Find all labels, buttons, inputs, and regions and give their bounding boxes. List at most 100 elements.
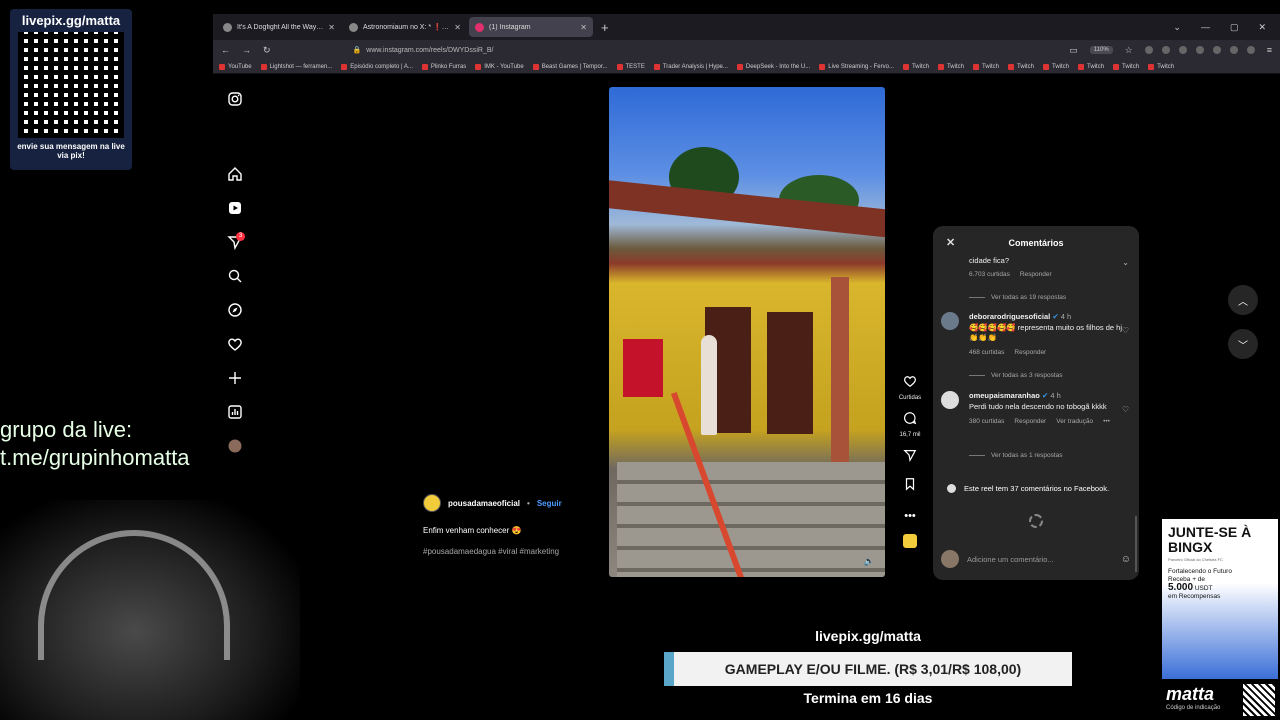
bookmark-item[interactable]: Episódio completo | A... (341, 63, 413, 70)
bookmark-item[interactable]: YouTube (219, 63, 252, 70)
heart-icon[interactable] (227, 336, 243, 352)
author-username[interactable]: pousadamaeoficial (448, 499, 520, 508)
group-line-2: t.me/grupinhomatta (0, 445, 190, 470)
bookmark-item[interactable]: TESTE (616, 63, 645, 70)
extension-icon[interactable] (1246, 46, 1255, 54)
chevron-down-icon[interactable]: ⌄ (1173, 22, 1181, 33)
audio-button[interactable] (893, 534, 927, 548)
back-icon[interactable]: ← (221, 45, 230, 55)
heart-icon[interactable]: ♡ (1122, 405, 1129, 414)
bookmark-item[interactable]: Twitch (937, 63, 964, 70)
view-replies-button[interactable]: Ver todas as 1 respostas (969, 452, 1063, 459)
chevron-down-icon[interactable]: ⌄ (1122, 258, 1129, 267)
more-options-button[interactable]: ••• (893, 506, 927, 524)
close-window-icon[interactable]: ✕ (1258, 22, 1266, 33)
reload-icon[interactable]: ↻ (263, 45, 271, 56)
star-icon[interactable]: ☆ (1125, 45, 1133, 56)
author-avatar[interactable] (423, 494, 441, 512)
comment-username[interactable]: deborarodriguesoficial (969, 312, 1050, 321)
bookmark-item[interactable]: Twitch (1148, 63, 1174, 70)
create-icon[interactable] (227, 370, 243, 386)
bookmark-item[interactable]: IMK - YouTube (475, 63, 524, 70)
bookmark-item[interactable]: Twitch (1113, 63, 1139, 70)
next-reel-button[interactable]: ﹀ (1228, 329, 1258, 359)
search-icon[interactable] (227, 268, 243, 284)
bookmark-item[interactable]: Twitch (1043, 63, 1069, 70)
extension-icon[interactable] (1144, 46, 1153, 54)
bookmark-favicon-icon (937, 63, 944, 70)
extension-icon[interactable] (1229, 46, 1238, 54)
comment-button[interactable]: 16,7 mil (893, 411, 927, 438)
like-button[interactable]: Curtidas (893, 374, 927, 401)
bookmark-item[interactable]: Twitch (1008, 63, 1034, 70)
url-bar[interactable]: 🔒 www.instagram.com/reels/DWYDssiR_B/ (353, 43, 1058, 58)
bookmark-favicon-icon (1078, 63, 1085, 70)
bookmark-item[interactable]: Trader Analysis | Hype... (653, 63, 728, 70)
bookmark-item[interactable]: Twitch (1078, 63, 1104, 70)
stream-screen: It's A Dogfight All the Way Hom ✕ Astron… (0, 0, 1280, 720)
close-tab-icon[interactable]: ✕ (328, 23, 335, 32)
extension-icon[interactable] (1195, 46, 1204, 54)
hashtags[interactable]: #pousadamaedagua #viral #marketing (423, 547, 613, 556)
reply-button[interactable]: Responder (1014, 349, 1046, 356)
comment-input[interactable]: Adicione um comentário... ☺ (941, 548, 1131, 570)
instagram-logo-icon[interactable] (227, 91, 243, 107)
tab-instagram[interactable]: (1) Instagram ✕ (469, 17, 593, 37)
tab-astronomiaum[interactable]: Astronomiaum no X: * ❗PESQ ✕ (343, 17, 467, 37)
view-replies-button[interactable]: Ver todas as 19 respostas (969, 294, 1066, 301)
save-button[interactable] (893, 477, 927, 496)
chevron-up-icon: ︿ (1238, 296, 1248, 308)
reel-video[interactable]: 🔈 (609, 87, 885, 577)
bookmark-label: Plinko Furras (430, 63, 467, 70)
maximize-icon[interactable]: ▢ (1230, 22, 1239, 33)
extension-icon[interactable] (1212, 46, 1221, 54)
extension-icon[interactable] (1178, 46, 1187, 54)
reader-icon[interactable]: ▭ (1069, 45, 1078, 56)
explore-icon[interactable] (227, 302, 243, 318)
bookmark-item[interactable]: Twitch (902, 63, 929, 70)
comment-username[interactable]: omeupaismaranhao (969, 391, 1040, 400)
sponsor-ad: JUNTE-SE À BINGX Parceiro Oficial do Che… (1162, 519, 1278, 679)
bookmark-item[interactable]: Lightshot — ferramen... (260, 63, 332, 70)
brand-sub: Código de indicação (1166, 705, 1221, 711)
reels-icon[interactable] (227, 200, 243, 216)
reply-button[interactable]: Responder (1020, 271, 1052, 278)
share-button[interactable] (893, 448, 927, 467)
bookmark-item[interactable]: Beast Games | Tempor... (532, 63, 608, 70)
scrollbar[interactable] (1135, 516, 1137, 572)
bookmark-item[interactable]: Plinko Furras (421, 63, 467, 70)
translate-button[interactable]: Ver tradução (1056, 418, 1093, 425)
profile-avatar[interactable] (227, 438, 243, 454)
bookmark-item[interactable]: Twitch (972, 63, 999, 70)
panel-title: Comentários (1008, 238, 1064, 248)
close-tab-icon[interactable]: ✕ (454, 23, 461, 32)
bookmark-label: Episódio completo | A... (350, 63, 413, 70)
home-icon[interactable] (227, 166, 243, 182)
close-icon[interactable]: ✕ (946, 236, 955, 249)
menu-icon[interactable]: ≡ (1267, 45, 1272, 55)
new-tab-icon[interactable]: + (601, 20, 609, 35)
previous-reel-button[interactable]: ︿ (1228, 285, 1258, 315)
commenter-avatar[interactable] (941, 391, 959, 409)
caption-text: Enfim venham conhecer 😍 (423, 526, 522, 535)
bookmark-item[interactable]: Live Streaming - Fervo... (819, 63, 894, 70)
forward-icon[interactable]: → (242, 45, 251, 55)
bookmark-favicon-icon (653, 63, 660, 70)
volume-icon[interactable]: 🔈 (864, 556, 875, 567)
commenter-avatar[interactable] (941, 312, 959, 330)
follow-button[interactable]: Seguir (537, 499, 562, 508)
zoom-level[interactable]: 110% (1089, 46, 1113, 54)
bookmark-favicon-icon (1148, 63, 1155, 70)
comment-input-placeholder: Adicione um comentário... (967, 554, 1054, 564)
emoji-icon[interactable]: ☺ (1121, 554, 1131, 565)
reply-button[interactable]: Responder (1014, 418, 1046, 425)
tab-dogfight[interactable]: It's A Dogfight All the Way Hom ✕ (217, 17, 341, 37)
heart-icon[interactable]: ♡ (1122, 326, 1129, 335)
close-tab-icon[interactable]: ✕ (580, 23, 587, 32)
dashboard-icon[interactable] (227, 404, 243, 420)
view-replies-button[interactable]: Ver todas as 3 respostas (969, 372, 1063, 379)
ellipsis-icon[interactable]: ••• (1103, 418, 1110, 425)
extension-icon[interactable] (1161, 46, 1170, 54)
minimize-icon[interactable]: — (1201, 22, 1210, 33)
bookmark-item[interactable]: DeepSeek - Into the U... (736, 63, 810, 70)
